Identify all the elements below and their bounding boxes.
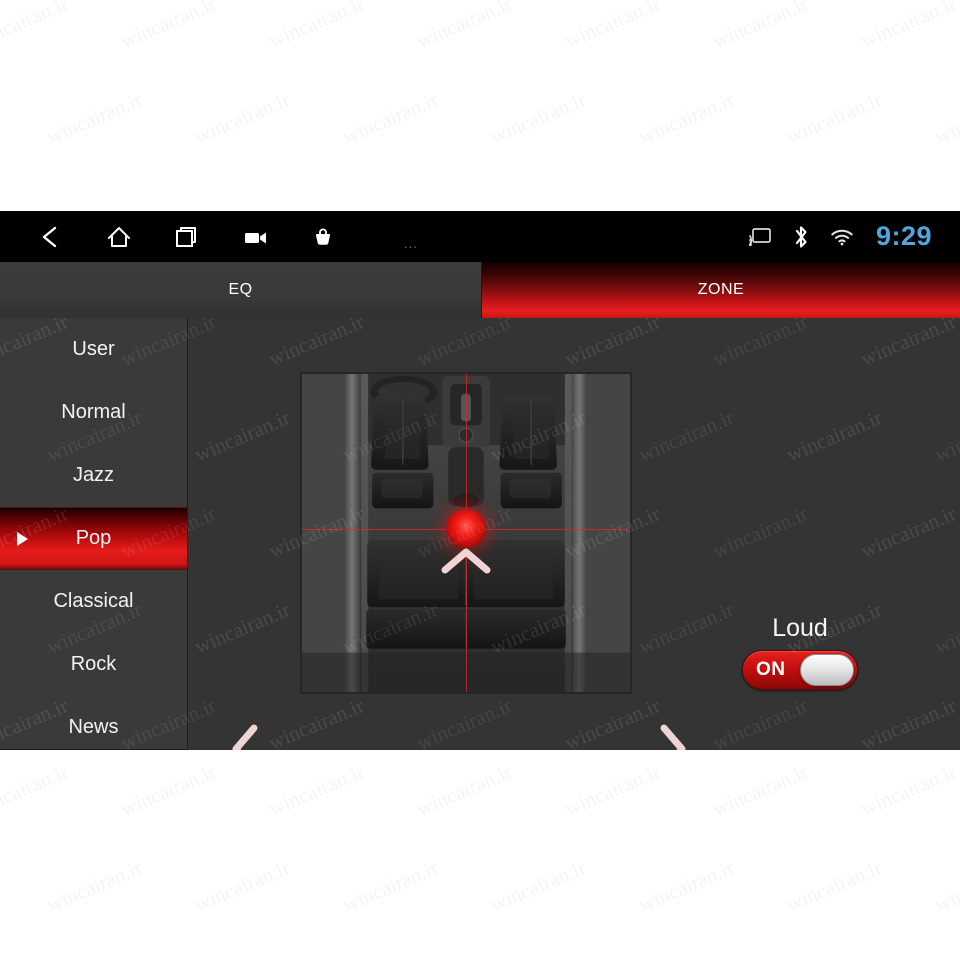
- preset-label: Rock: [70, 653, 117, 675]
- watermark-text: wincairan.ir: [635, 87, 738, 149]
- watermark-text: wincairan.ir: [117, 759, 220, 821]
- watermark-text: wincairan.ir: [709, 951, 812, 960]
- zone-nudge-right-icon[interactable]: [658, 723, 688, 750]
- watermark-text: wincairan.ir: [265, 318, 368, 371]
- mode-tab-bar: EQ ZONE: [0, 262, 960, 318]
- car-cabin-zone-pad[interactable]: [300, 372, 632, 694]
- status-indicators: 9:29: [748, 211, 932, 262]
- overflow-dots[interactable]: ...: [404, 237, 418, 250]
- watermark-text: wincairan.ir: [265, 951, 368, 960]
- watermark-text: wincairan.ir: [561, 951, 664, 960]
- watermark-text: wincairan.ir: [635, 855, 738, 917]
- watermark-text: wincairan.ir: [43, 87, 146, 149]
- android-status-bar: ... 9:29: [0, 211, 960, 262]
- watermark-text: wincairan.ir: [709, 759, 812, 821]
- watermark-text: wincairan.ir: [339, 87, 442, 149]
- watermark-text: wincairan.ir: [339, 855, 442, 917]
- wifi-icon: [830, 225, 854, 249]
- loudness-toggle[interactable]: ON: [742, 650, 858, 690]
- preset-jazz[interactable]: Jazz: [0, 444, 187, 507]
- watermark-text: wincairan.ir: [931, 405, 960, 467]
- watermark-text: wincairan.ir: [561, 759, 664, 821]
- watermark-text: wincairan.ir: [191, 855, 294, 917]
- watermark-text: wincairan.ir: [857, 318, 960, 371]
- loudness-toggle-knob[interactable]: [800, 654, 854, 686]
- watermark-text: wincairan.ir: [857, 951, 960, 960]
- watermark-text: wincairan.ir: [857, 0, 960, 54]
- watermark-text: wincairan.ir: [191, 405, 294, 467]
- watermark-text: wincairan.ir: [709, 501, 812, 563]
- clock: 9:29: [875, 221, 932, 251]
- preset-user[interactable]: User: [0, 318, 187, 381]
- watermark-text: wincairan.ir: [117, 0, 220, 54]
- watermark-text: wincairan.ir: [191, 597, 294, 659]
- watermark-text: wincairan.ir: [265, 0, 368, 54]
- loudness-label: Loud: [772, 614, 828, 642]
- zone-focus-point[interactable]: [446, 509, 486, 549]
- preset-label: Classical: [53, 590, 134, 612]
- navigation-buttons: [36, 222, 338, 252]
- watermark-text: wincairan.ir: [857, 501, 960, 563]
- watermark-text: wincairan.ir: [783, 405, 886, 467]
- watermark-text: wincairan.ir: [413, 318, 516, 371]
- loudness-state-text: ON: [756, 659, 786, 680]
- watermark-text: wincairan.ir: [857, 759, 960, 821]
- home-icon[interactable]: [104, 222, 134, 252]
- watermark-text: wincairan.ir: [43, 855, 146, 917]
- preset-rock[interactable]: Rock: [0, 633, 187, 696]
- watermark-text: wincairan.ir: [191, 87, 294, 149]
- watermark-text: wincairan.ir: [0, 951, 72, 960]
- preset-label: News: [68, 716, 119, 738]
- watermark-text: wincairan.ir: [0, 759, 72, 821]
- watermark-text: wincairan.ir: [783, 855, 886, 917]
- watermark-text: wincairan.ir: [931, 855, 960, 917]
- preset-news[interactable]: News: [0, 696, 187, 749]
- watermark-text: wincairan.ir: [709, 0, 812, 54]
- recents-icon[interactable]: [172, 222, 202, 252]
- watermark-text: wincairan.ir: [487, 855, 590, 917]
- watermark-text: wincairan.ir: [265, 693, 368, 750]
- preset-label: Jazz: [72, 464, 115, 486]
- preset-normal[interactable]: Normal: [0, 381, 187, 444]
- preset-label: Normal: [61, 401, 126, 423]
- video-camera-icon[interactable]: [240, 222, 270, 252]
- back-icon[interactable]: [36, 222, 66, 252]
- watermark-text: wincairan.ir: [635, 405, 738, 467]
- watermark-text: wincairan.ir: [561, 318, 664, 371]
- tab-eq[interactable]: EQ: [0, 262, 482, 318]
- car-head-unit-screen: ... 9:29 EQ ZONE User Normal Jazz Pop Cl…: [0, 211, 960, 750]
- watermark-text: wincairan.ir: [265, 759, 368, 821]
- watermark-text: wincairan.ir: [931, 597, 960, 659]
- watermark-text: wincairan.ir: [857, 693, 960, 750]
- watermark-text: wincairan.ir: [117, 951, 220, 960]
- watermark-text: wincairan.ir: [783, 87, 886, 149]
- zone-nudge-left-icon[interactable]: [230, 723, 260, 750]
- tab-zone[interactable]: ZONE: [482, 262, 960, 318]
- watermark-text: wincairan.ir: [0, 0, 72, 54]
- selection-arrow-icon: [17, 531, 28, 546]
- watermark-text: wincairan.ir: [413, 759, 516, 821]
- watermark-text: wincairan.ir: [709, 318, 812, 371]
- watermark-text: wincairan.ir: [561, 693, 664, 750]
- eq-preset-list: User Normal Jazz Pop Classical Rock News: [0, 318, 188, 750]
- preset-pop[interactable]: Pop: [0, 507, 187, 570]
- watermark-text: wincairan.ir: [931, 87, 960, 149]
- preset-classical[interactable]: Classical: [0, 570, 187, 633]
- apps-bag-icon[interactable]: [308, 222, 338, 252]
- watermark-text: wincairan.ir: [487, 87, 590, 149]
- watermark-text: wincairan.ir: [413, 0, 516, 54]
- watermark-text: wincairan.ir: [413, 951, 516, 960]
- page-root: wincairan.ir wincairan.ir wincairan.ir winc…: [0, 0, 960, 960]
- preset-label: Pop: [75, 527, 112, 549]
- bluetooth-icon: [789, 225, 813, 249]
- zone-content-area: User Normal Jazz Pop Classical Rock News…: [0, 318, 960, 750]
- cast-icon: [748, 225, 772, 249]
- watermark-text: wincairan.ir: [561, 0, 664, 54]
- preset-label: User: [72, 338, 115, 360]
- zone-nudge-up-icon[interactable]: [440, 546, 492, 576]
- watermark-text: wincairan.ir: [709, 693, 812, 750]
- watermark-text: wincairan.ir: [413, 693, 516, 750]
